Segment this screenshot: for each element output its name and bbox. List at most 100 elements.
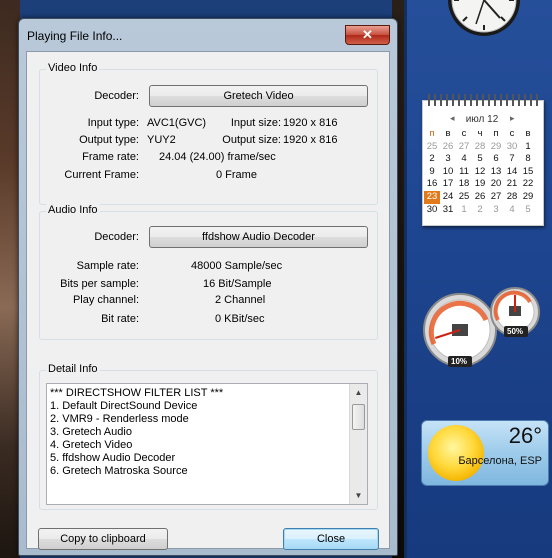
- bits-per-sample-value: 16 Bit/Sample: [203, 278, 272, 290]
- calendar-day[interactable]: 22: [520, 178, 536, 191]
- calendar-week-row: 16 17 18 19 20 21 22: [424, 178, 536, 191]
- calendar-day[interactable]: 18: [456, 178, 472, 191]
- dialog-titlebar[interactable]: Playing File Info... ✕: [19, 19, 397, 51]
- bit-rate-value: 0 KBit/sec: [215, 313, 265, 325]
- calendar-day[interactable]: 30: [424, 204, 440, 217]
- titlebar-close-button[interactable]: ✕: [345, 25, 390, 45]
- list-item: 6. Gretech Matroska Source: [50, 465, 188, 477]
- calendar-day[interactable]: 20: [488, 178, 504, 191]
- calendar-day[interactable]: 2: [472, 204, 488, 217]
- weekday-label: в: [525, 128, 531, 139]
- calendar-day[interactable]: 9: [424, 166, 440, 179]
- calendar-day[interactable]: 10: [440, 166, 456, 179]
- play-channel-value: 2 Channel: [215, 294, 266, 306]
- weekday-label: с: [461, 128, 467, 139]
- calendar-day[interactable]: 11: [456, 166, 472, 179]
- calendar-day[interactable]: 12: [472, 166, 488, 179]
- video-info-label: Video Info: [46, 62, 100, 74]
- calendar-week-row: 25 26 27 28 29 30 1: [424, 141, 536, 154]
- list-item: 2. VMR9 - Renderless mode: [50, 413, 189, 425]
- calendar-day[interactable]: 26: [440, 141, 456, 154]
- weather-location: Барселона, ESP: [458, 455, 542, 467]
- scroll-thumb[interactable]: [352, 404, 365, 430]
- calendar-day[interactable]: 28: [472, 141, 488, 154]
- calendar-day[interactable]: 5: [472, 153, 488, 166]
- cpu-percent-label: 10%: [451, 357, 468, 366]
- calendar-day[interactable]: 25: [456, 191, 472, 204]
- close-button[interactable]: Close: [283, 528, 379, 550]
- sun-icon: [428, 425, 484, 481]
- calendar-gadget[interactable]: ◂ июл 12 ▸ п в с ч п с в 25 26 27 28 29 30 1 2 3…: [420, 94, 546, 228]
- calendar-day[interactable]: 14: [504, 166, 520, 179]
- weekday-label: п: [429, 128, 435, 139]
- calendar-day[interactable]: 28: [504, 191, 520, 204]
- clock-face-icon: [448, 0, 520, 36]
- calendar-day[interactable]: 8: [520, 153, 536, 166]
- scroll-down-arrow-icon[interactable]: ▼: [350, 487, 367, 504]
- output-type-label: Output type:: [79, 134, 139, 146]
- calendar-day[interactable]: 29: [488, 141, 504, 154]
- calendar-day[interactable]: 4: [504, 204, 520, 217]
- current-frame-label: Current Frame:: [64, 169, 139, 181]
- weather-gadget[interactable]: 26° Барселона, ESP: [421, 420, 549, 486]
- calendar-rings-icon: [428, 94, 538, 106]
- detail-info-label: Detail Info: [46, 363, 100, 375]
- calendar-day[interactable]: 15: [520, 166, 536, 179]
- dialog-client-area: Video Info Decoder: Gretech Video Input …: [26, 51, 390, 550]
- calendar-day[interactable]: 5: [520, 204, 536, 217]
- sidebar-edge: [404, 0, 407, 558]
- calendar-day[interactable]: 25: [424, 141, 440, 154]
- calendar-day[interactable]: 21: [504, 178, 520, 191]
- vertical-scrollbar[interactable]: ▲ ▼: [349, 384, 367, 504]
- detail-info-group: Detail Info *** DIRECTSHOW FILTER LIST *…: [39, 363, 378, 510]
- calendar-day[interactable]: 30: [504, 141, 520, 154]
- calendar-day[interactable]: 31: [440, 204, 456, 217]
- list-item: 5. ffdshow Audio Decoder: [50, 452, 176, 464]
- calendar-month-label: июл 12: [465, 114, 499, 125]
- calendar-day[interactable]: 1: [456, 204, 472, 217]
- calendar-day[interactable]: 19: [472, 178, 488, 191]
- calendar-day[interactable]: 27: [456, 141, 472, 154]
- bits-per-sample-label: Bits per sample:: [60, 278, 139, 290]
- calendar-day[interactable]: 6: [488, 153, 504, 166]
- copy-to-clipboard-button[interactable]: Copy to clipboard: [38, 528, 168, 550]
- calendar-day[interactable]: 29: [520, 191, 536, 204]
- memory-percent-label: 50%: [507, 327, 524, 336]
- calendar-day[interactable]: 24: [440, 191, 456, 204]
- frame-rate-label: Frame rate:: [82, 151, 139, 163]
- clock-gadget[interactable]: [424, 0, 544, 38]
- calendar-week-row: 2345678: [424, 153, 536, 166]
- input-size-label: Input size:: [230, 117, 281, 129]
- audio-info-label: Audio Info: [46, 204, 100, 216]
- calendar-weekday-row: п в с ч п с в: [424, 128, 536, 141]
- audio-info-group: Audio Info Decoder: ffdshow Audio Decode…: [39, 204, 378, 340]
- sample-rate-value: 48000 Sample/sec: [191, 260, 283, 272]
- bit-rate-label: Bit rate:: [101, 313, 139, 325]
- calendar-day[interactable]: 23: [424, 190, 440, 204]
- weekday-label: в: [445, 128, 451, 139]
- calendar-day[interactable]: 2: [424, 153, 440, 166]
- calendar-day[interactable]: 26: [472, 191, 488, 204]
- input-type-label: Input type:: [87, 117, 139, 129]
- calendar-day[interactable]: 3: [440, 153, 456, 166]
- cpu-meter-gadget[interactable]: 10% 50%: [420, 284, 540, 370]
- scroll-up-arrow-icon[interactable]: ▲: [350, 384, 367, 401]
- input-size-value: 1920 x 816: [283, 117, 338, 129]
- calendar-day[interactable]: 3: [488, 204, 504, 217]
- output-size-label: Output size:: [222, 134, 281, 146]
- calendar-day[interactable]: 4: [456, 153, 472, 166]
- calendar-day[interactable]: 1: [520, 141, 536, 154]
- list-item: 3. Gretech Audio: [50, 426, 132, 438]
- calendar-day[interactable]: 16: [424, 178, 440, 191]
- calendar-day[interactable]: 13: [488, 166, 504, 179]
- video-decoder-button[interactable]: Gretech Video: [149, 85, 368, 107]
- calendar-next-button[interactable]: ▸: [510, 113, 515, 124]
- calendar-day[interactable]: 27: [488, 191, 504, 204]
- calendar-day[interactable]: 7: [504, 153, 520, 166]
- sample-rate-label: Sample rate:: [76, 260, 139, 272]
- list-item: 4. Gretech Video: [50, 439, 133, 451]
- video-info-group: Video Info Decoder: Gretech Video Input …: [39, 62, 378, 205]
- filter-list-textbox[interactable]: *** DIRECTSHOW FILTER LIST *** 1. Defaul…: [46, 383, 368, 505]
- audio-decoder-button[interactable]: ffdshow Audio Decoder: [149, 226, 368, 248]
- calendar-day[interactable]: 17: [440, 178, 456, 191]
